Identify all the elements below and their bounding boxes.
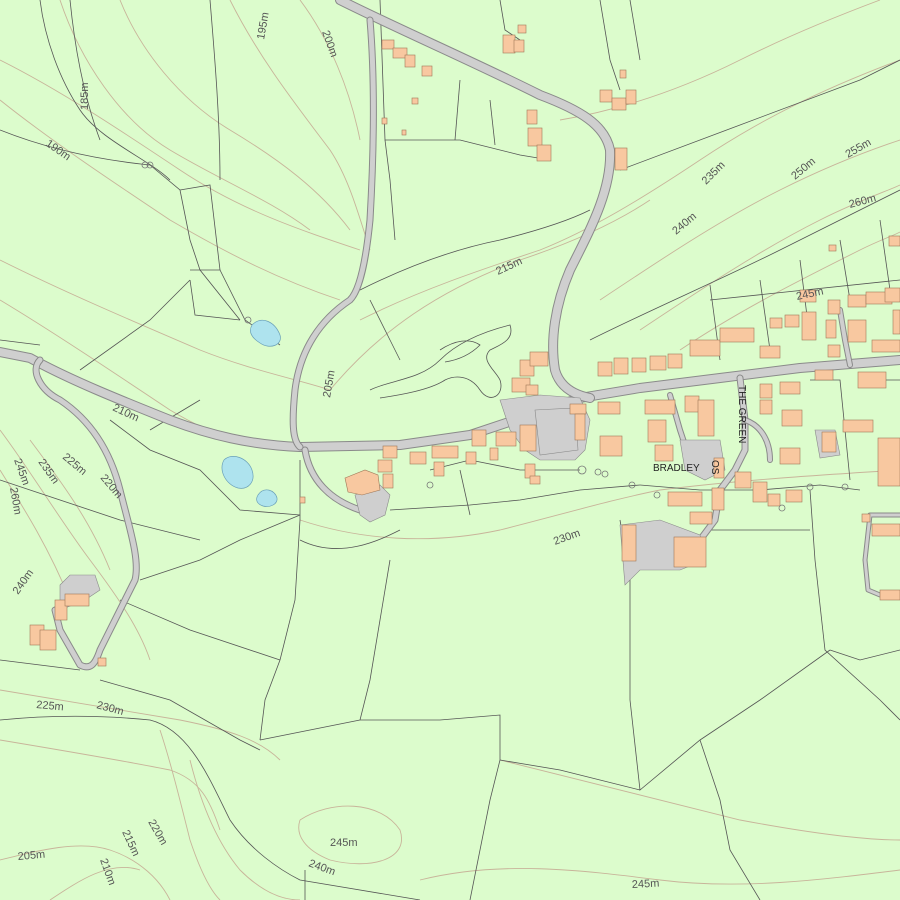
contour-label-225-sw: 225m bbox=[36, 699, 64, 713]
map-canvas[interactable]: 185m 195m 200m 190m 215m 235m 240m 250m … bbox=[0, 0, 900, 900]
street-label-the-green: THE GREEN bbox=[736, 385, 747, 443]
street-label-os: OS bbox=[709, 460, 720, 475]
contour-label-245-se: 245m bbox=[632, 878, 660, 891]
village-name-label: BRADLEY bbox=[653, 463, 700, 474]
contour-label-205-s: 205m bbox=[17, 849, 45, 863]
contour-label-185: 185m bbox=[79, 82, 91, 110]
contour-label-245-s: 245m bbox=[330, 837, 358, 849]
